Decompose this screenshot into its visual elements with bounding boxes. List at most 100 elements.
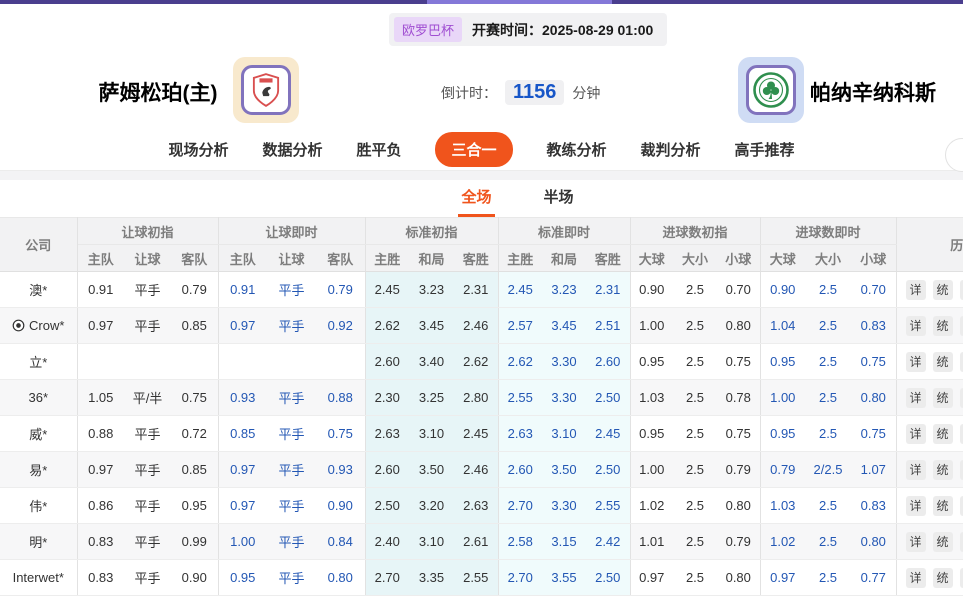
odds-cell[interactable]: 平手 [124,560,171,596]
odds-cell[interactable]: 0.95 [630,344,673,380]
odds-cell[interactable]: 0.75 [717,416,760,452]
odds-cell[interactable]: 2.5 [673,272,717,308]
odds-cell[interactable]: 0.88 [77,416,124,452]
odds-cell[interactable] [316,344,365,380]
odds-cell[interactable]: 0.79 [316,272,365,308]
same-odds-button[interactable]: 同 [960,280,963,300]
odds-cell[interactable]: 2.50 [365,488,409,524]
odds-cell[interactable]: 平手 [267,524,316,560]
odds-cell[interactable]: 1.00 [760,380,805,416]
odds-cell[interactable]: 2.62 [454,344,498,380]
odds-cell[interactable]: 3.10 [409,524,454,560]
odds-cell[interactable]: 0.80 [316,560,365,596]
odds-cell[interactable]: 0.85 [171,452,218,488]
tab-referee-analysis[interactable]: 裁判分析 [641,139,701,160]
odds-cell[interactable]: 2.5 [673,380,717,416]
odds-cell[interactable]: 2.60 [365,344,409,380]
odds-cell[interactable]: 3.30 [542,380,586,416]
odds-cell[interactable]: 0.90 [760,272,805,308]
odds-cell[interactable]: 2.55 [498,380,542,416]
odds-cell[interactable]: 1.03 [630,380,673,416]
odds-cell[interactable]: 2.46 [454,452,498,488]
odds-cell[interactable]: 0.72 [171,416,218,452]
home-team-logo[interactable] [233,57,299,123]
odds-cell[interactable]: 2.58 [498,524,542,560]
odds-cell[interactable]: 3.25 [409,380,454,416]
odds-cell[interactable]: 平手 [124,488,171,524]
odds-cell[interactable]: 3.10 [409,416,454,452]
details-button[interactable]: 详 [906,424,926,444]
odds-cell[interactable]: 1.01 [630,524,673,560]
stats-button[interactable]: 统 [933,316,953,336]
odds-cell[interactable]: 1.03 [760,488,805,524]
details-button[interactable]: 详 [906,316,926,336]
odds-cell[interactable]: 2.5 [673,452,717,488]
odds-cell[interactable]: 1.00 [630,452,673,488]
details-button[interactable]: 详 [906,532,926,552]
odds-cell[interactable]: 2.80 [454,380,498,416]
subtab-half-match[interactable]: 半场 [541,186,577,217]
odds-cell[interactable]: 3.50 [542,452,586,488]
odds-cell[interactable]: 2.5 [805,272,851,308]
odds-cell[interactable]: 0.97 [630,560,673,596]
details-button[interactable]: 详 [906,460,926,480]
tab-win-draw-loss[interactable]: 胜平负 [356,139,401,160]
odds-cell[interactable]: 0.80 [717,488,760,524]
odds-cell[interactable]: 3.30 [542,344,586,380]
odds-cell[interactable]: 2.60 [365,452,409,488]
odds-cell[interactable]: 3.45 [409,308,454,344]
odds-cell[interactable]: 0.97 [760,560,805,596]
odds-cell[interactable]: 2.40 [365,524,409,560]
odds-cell[interactable]: 0.90 [630,272,673,308]
same-odds-button[interactable]: 同 [960,496,963,516]
odds-cell[interactable]: 2.55 [586,488,630,524]
tab-data-analysis[interactable]: 数据分析 [262,139,322,160]
odds-cell[interactable]: 平手 [267,308,316,344]
odds-cell[interactable]: 平手 [267,560,316,596]
odds-cell[interactable]: 0.95 [630,416,673,452]
odds-cell[interactable]: 2.5 [805,560,851,596]
odds-cell[interactable]: 0.95 [760,416,805,452]
odds-cell[interactable]: 3.40 [409,344,454,380]
odds-cell[interactable]: 平手 [124,452,171,488]
odds-cell[interactable]: 2.70 [365,560,409,596]
odds-cell[interactable]: 0.97 [218,452,267,488]
odds-cell[interactable]: 1.00 [630,308,673,344]
odds-cell[interactable]: 平手 [124,524,171,560]
league-badge[interactable]: 欧罗巴杯 [394,17,462,42]
odds-cell[interactable]: 3.10 [542,416,586,452]
odds-cell[interactable]: 2.63 [498,416,542,452]
odds-cell[interactable]: 2.5 [673,344,717,380]
odds-cell[interactable]: 3.45 [542,308,586,344]
odds-cell[interactable]: 2.61 [454,524,498,560]
odds-cell[interactable]: 2.31 [586,272,630,308]
same-odds-button[interactable]: 同 [960,316,963,336]
stats-button[interactable]: 统 [933,532,953,552]
odds-cell[interactable]: 平/半 [124,380,171,416]
tab-live-analysis[interactable]: 现场分析 [168,139,228,160]
details-button[interactable]: 详 [906,352,926,372]
odds-cell[interactable]: 2.70 [498,560,542,596]
odds-cell[interactable]: 0.83 [851,308,896,344]
odds-cell[interactable]: 0.80 [851,380,896,416]
details-button[interactable]: 详 [906,568,926,588]
odds-cell[interactable]: 2.63 [365,416,409,452]
odds-cell[interactable]: 0.70 [851,272,896,308]
odds-cell[interactable]: 0.86 [77,488,124,524]
odds-cell[interactable]: 2.45 [498,272,542,308]
odds-cell[interactable]: 0.70 [717,272,760,308]
odds-cell[interactable]: 0.85 [218,416,267,452]
same-odds-button[interactable]: 同 [960,424,963,444]
same-odds-button[interactable]: 同 [960,568,963,588]
odds-cell[interactable]: 2.50 [586,452,630,488]
odds-cell[interactable]: 1.04 [760,308,805,344]
odds-cell[interactable]: 0.95 [218,560,267,596]
stats-button[interactable]: 统 [933,460,953,480]
odds-cell[interactable]: 0.79 [171,272,218,308]
odds-cell[interactable]: 2.5 [805,416,851,452]
odds-cell[interactable]: 2.5 [805,524,851,560]
odds-cell[interactable]: 2.31 [454,272,498,308]
odds-cell[interactable]: 0.80 [851,524,896,560]
odds-cell[interactable]: 3.35 [409,560,454,596]
odds-cell[interactable]: 0.77 [851,560,896,596]
